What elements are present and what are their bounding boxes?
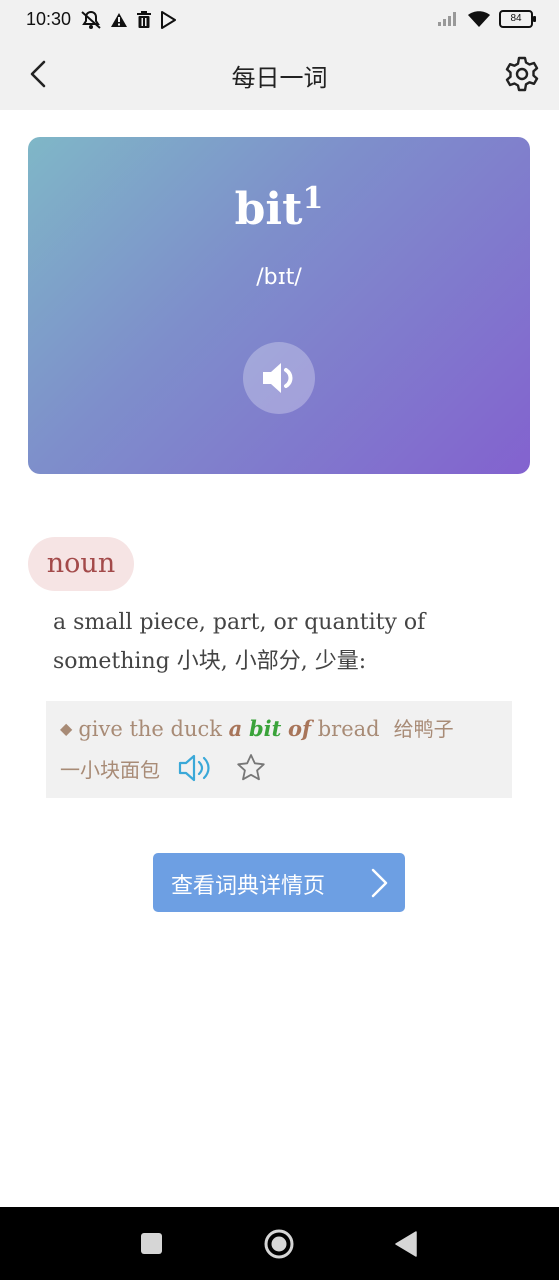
play-store-icon: [161, 11, 176, 29]
back-triangle-icon[interactable]: [394, 1231, 418, 1257]
system-nav-bar: [0, 1207, 559, 1280]
speaker-wave-icon[interactable]: [178, 753, 212, 783]
signal-icon: [438, 12, 456, 26]
recents-square-icon[interactable]: [141, 1233, 162, 1254]
headword: bit1: [28, 181, 530, 235]
example-sentence: ◆ give the duck a bit of bread 给鸭子 一小块面包: [46, 701, 512, 798]
word-card: bit1 /bɪt/: [28, 137, 530, 474]
diamond-bullet-icon: ◆: [60, 719, 73, 738]
example-translation-part1: 给鸭子: [393, 717, 454, 741]
speaker-icon: [263, 363, 293, 393]
definition: a small piece, part, or quantity of some…: [53, 603, 523, 681]
status-notification-icons: [80, 10, 176, 30]
battery-icon: 84: [499, 10, 536, 28]
homograph-number: 1: [302, 181, 324, 216]
status-bar: 10:30 84: [0, 0, 559, 40]
example-text-after: bread: [317, 717, 380, 741]
home-circle-icon[interactable]: [263, 1228, 295, 1260]
status-time: 10:30: [26, 9, 72, 29]
example-keyword-a: a: [228, 716, 243, 741]
headword-text: bit: [234, 184, 303, 235]
settings-button[interactable]: [503, 55, 541, 93]
example-keyword-of: of: [288, 716, 312, 741]
app-bar: 每日一词: [0, 40, 559, 110]
phonetic: /bɪt/: [256, 265, 302, 290]
star-outline-icon[interactable]: [236, 753, 266, 783]
pronounce-button[interactable]: [243, 342, 315, 414]
trash-icon: [137, 11, 151, 28]
example-keyword-bit: bit: [248, 716, 282, 741]
definition-zh: 小块, 小部分, 少量:: [176, 649, 367, 674]
example-translation-line: 一小块面包: [60, 753, 266, 783]
wifi-icon: [468, 11, 490, 27]
example-translation-part2: 一小块面包: [60, 757, 160, 782]
status-system-icons: 84: [437, 10, 536, 28]
example-line: ◆ give the duck a bit of bread 给鸭子: [60, 713, 454, 742]
view-dictionary-label: 查看词典详情页: [171, 874, 326, 899]
alert-icon: [111, 13, 127, 27]
page-title: 每日一词: [231, 64, 328, 92]
mute-bell-icon: [81, 10, 101, 29]
part-of-speech-badge: noun: [28, 537, 134, 591]
view-dictionary-button[interactable]: 查看词典详情页: [153, 853, 405, 912]
chevron-right-icon: [371, 868, 388, 898]
gear-icon: [505, 56, 539, 92]
example-text-before: give the duck: [78, 717, 229, 741]
